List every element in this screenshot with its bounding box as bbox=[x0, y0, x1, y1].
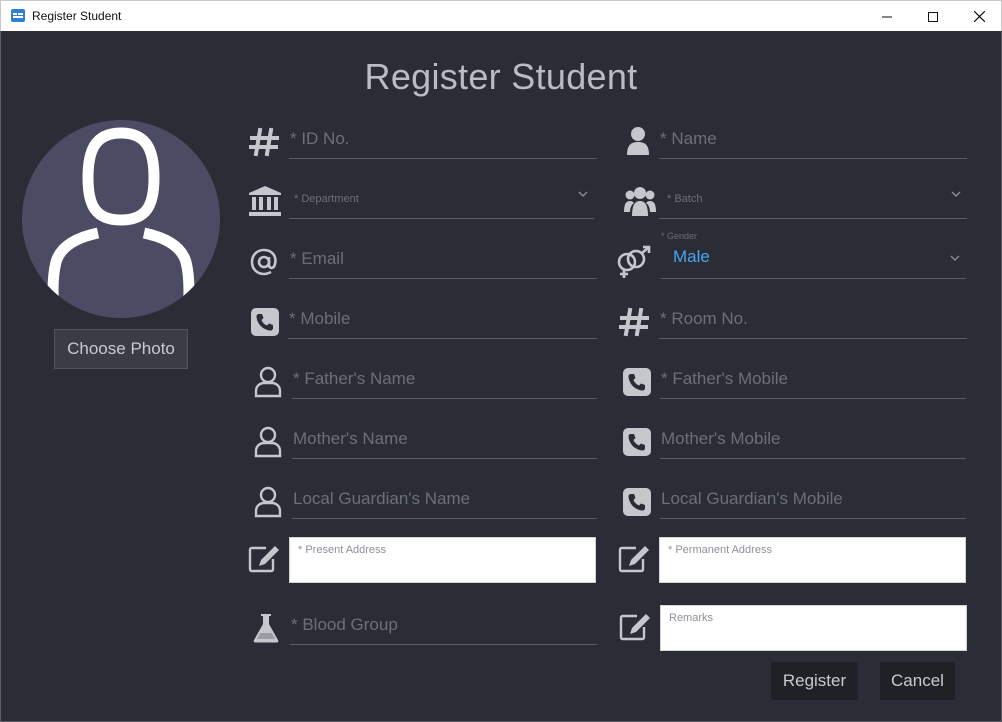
cancel-button[interactable]: Cancel bbox=[880, 662, 955, 700]
batch-select[interactable]: * Batch bbox=[659, 179, 967, 219]
blood-group-field[interactable]: * Blood Group bbox=[290, 605, 597, 645]
avatar-placeholder-icon bbox=[22, 120, 220, 318]
at-icon bbox=[249, 246, 279, 278]
department-select[interactable]: * Department bbox=[289, 179, 594, 219]
register-button[interactable]: Register bbox=[771, 662, 858, 700]
minimize-button[interactable] bbox=[864, 1, 910, 32]
gender-select[interactable]: * Gender Male bbox=[661, 231, 966, 279]
group-icon bbox=[622, 184, 658, 218]
window-title: Register Student bbox=[32, 9, 122, 23]
maximize-button[interactable] bbox=[910, 1, 956, 32]
close-button[interactable] bbox=[956, 1, 1002, 32]
present-address-textarea[interactable]: * Present Address bbox=[289, 537, 596, 583]
phone-icon bbox=[622, 486, 652, 518]
hash-icon bbox=[618, 305, 650, 339]
mobile-field[interactable]: * Mobile bbox=[288, 299, 597, 339]
close-icon bbox=[973, 11, 985, 22]
maximize-icon bbox=[928, 11, 938, 22]
fathers-name-field[interactable]: * Father's Name bbox=[292, 359, 597, 399]
id-no-field[interactable]: * ID No. bbox=[289, 119, 597, 159]
phone-icon bbox=[622, 426, 652, 458]
edit-icon bbox=[618, 612, 652, 642]
user-outline-icon bbox=[253, 365, 283, 399]
institution-icon bbox=[247, 184, 283, 218]
page-title: Register Student bbox=[364, 56, 638, 97]
chevron-down-icon bbox=[950, 255, 960, 261]
edit-icon bbox=[617, 544, 651, 574]
chevron-down-icon bbox=[951, 191, 961, 197]
user-outline-icon bbox=[253, 425, 283, 459]
title-bar: Register Student bbox=[0, 0, 1002, 31]
chevron-down-icon bbox=[578, 191, 588, 197]
choose-photo-button[interactable]: Choose Photo bbox=[54, 329, 188, 369]
user-icon bbox=[624, 125, 652, 157]
gender-icon bbox=[614, 245, 652, 279]
mothers-name-field[interactable]: Mother's Name bbox=[292, 419, 597, 459]
hash-icon bbox=[248, 125, 280, 159]
guardian-name-field[interactable]: Local Guardian's Name bbox=[292, 479, 597, 519]
guardian-mobile-field[interactable]: Local Guardian's Mobile bbox=[660, 479, 966, 519]
flask-icon bbox=[252, 612, 280, 644]
mothers-mobile-field[interactable]: Mother's Mobile bbox=[660, 419, 966, 459]
user-outline-icon bbox=[253, 485, 283, 519]
permanent-address-textarea[interactable]: * Permanent Address bbox=[659, 537, 966, 583]
name-field[interactable]: * Name bbox=[659, 119, 967, 159]
fathers-mobile-field[interactable]: * Father's Mobile bbox=[660, 359, 966, 399]
remarks-textarea[interactable]: Remarks bbox=[660, 605, 967, 651]
phone-icon bbox=[250, 306, 280, 338]
room-no-field[interactable]: * Room No. bbox=[659, 299, 967, 339]
edit-icon bbox=[247, 544, 281, 574]
app-icon bbox=[11, 9, 25, 22]
minimize-icon bbox=[882, 16, 892, 17]
email-field[interactable]: * Email bbox=[289, 239, 597, 279]
phone-icon bbox=[622, 366, 652, 398]
